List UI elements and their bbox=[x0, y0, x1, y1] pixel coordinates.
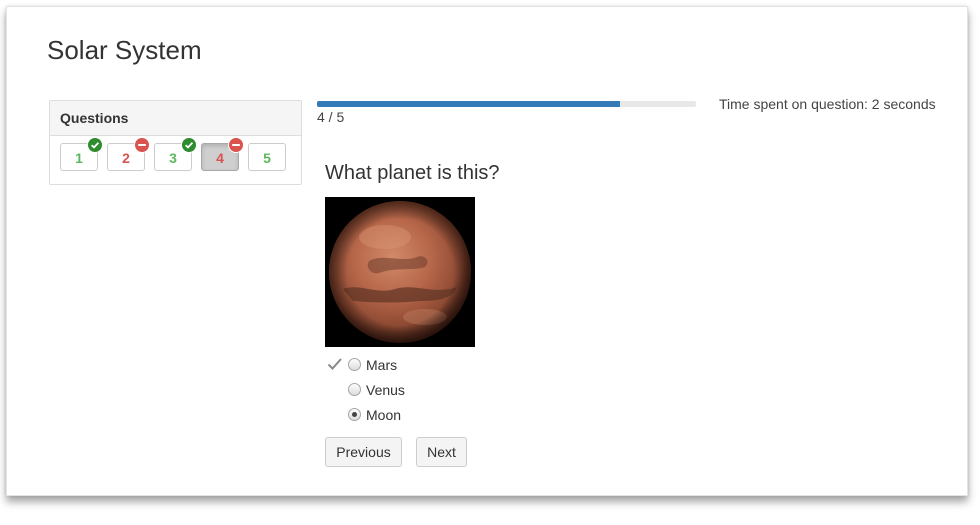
progress-label: 4 / 5 bbox=[317, 109, 345, 125]
question-button-4[interactable]: 4 bbox=[201, 137, 244, 171]
checkmark-icon bbox=[327, 357, 343, 374]
question-button-label: 2 bbox=[122, 150, 130, 166]
question-button-label: 3 bbox=[169, 150, 177, 166]
radio-button-selected[interactable] bbox=[348, 408, 361, 421]
answer-label: Venus bbox=[366, 382, 405, 398]
question-button-2[interactable]: 2 bbox=[107, 137, 150, 171]
minus-circle-icon bbox=[228, 137, 244, 153]
previous-button[interactable]: Previous bbox=[325, 437, 402, 467]
question-button-label: 4 bbox=[216, 150, 224, 166]
progress-bar-fill bbox=[317, 101, 621, 107]
time-spent-text: Time spent on question: 2 seconds bbox=[719, 96, 936, 112]
check-circle-icon bbox=[87, 137, 103, 153]
answer-option-venus[interactable]: Venus bbox=[325, 380, 525, 405]
radio-button[interactable] bbox=[348, 383, 361, 396]
answer-label: Mars bbox=[366, 357, 398, 373]
next-button[interactable]: Next bbox=[416, 437, 467, 467]
questions-panel-header: Questions bbox=[50, 101, 301, 136]
question-buttons: 1 2 3 4 5 bbox=[50, 136, 301, 184]
question-text: What planet is this? bbox=[325, 162, 500, 184]
planet-image bbox=[325, 197, 475, 347]
questions-panel: Questions 1 2 3 4 5 bbox=[49, 100, 302, 185]
radio-button[interactable] bbox=[348, 358, 361, 371]
page-title: Solar System bbox=[47, 35, 202, 65]
question-button-label: 1 bbox=[75, 150, 83, 166]
question-button-1[interactable]: 1 bbox=[60, 137, 103, 171]
progress-bar bbox=[317, 101, 696, 107]
quiz-card: Solar System Questions 1 2 3 4 5 4 / 5 T… bbox=[6, 6, 968, 496]
question-button-label: 5 bbox=[263, 150, 271, 166]
answer-option-moon[interactable]: Moon bbox=[325, 405, 525, 430]
answer-list: Mars Venus Moon bbox=[325, 355, 525, 430]
answer-label: Moon bbox=[366, 407, 402, 423]
minus-circle-icon bbox=[134, 137, 150, 153]
question-button-5[interactable]: 5 bbox=[248, 143, 286, 171]
question-button-3[interactable]: 3 bbox=[154, 137, 197, 171]
check-circle-icon bbox=[181, 137, 197, 153]
answer-option-mars[interactable]: Mars bbox=[325, 355, 525, 380]
